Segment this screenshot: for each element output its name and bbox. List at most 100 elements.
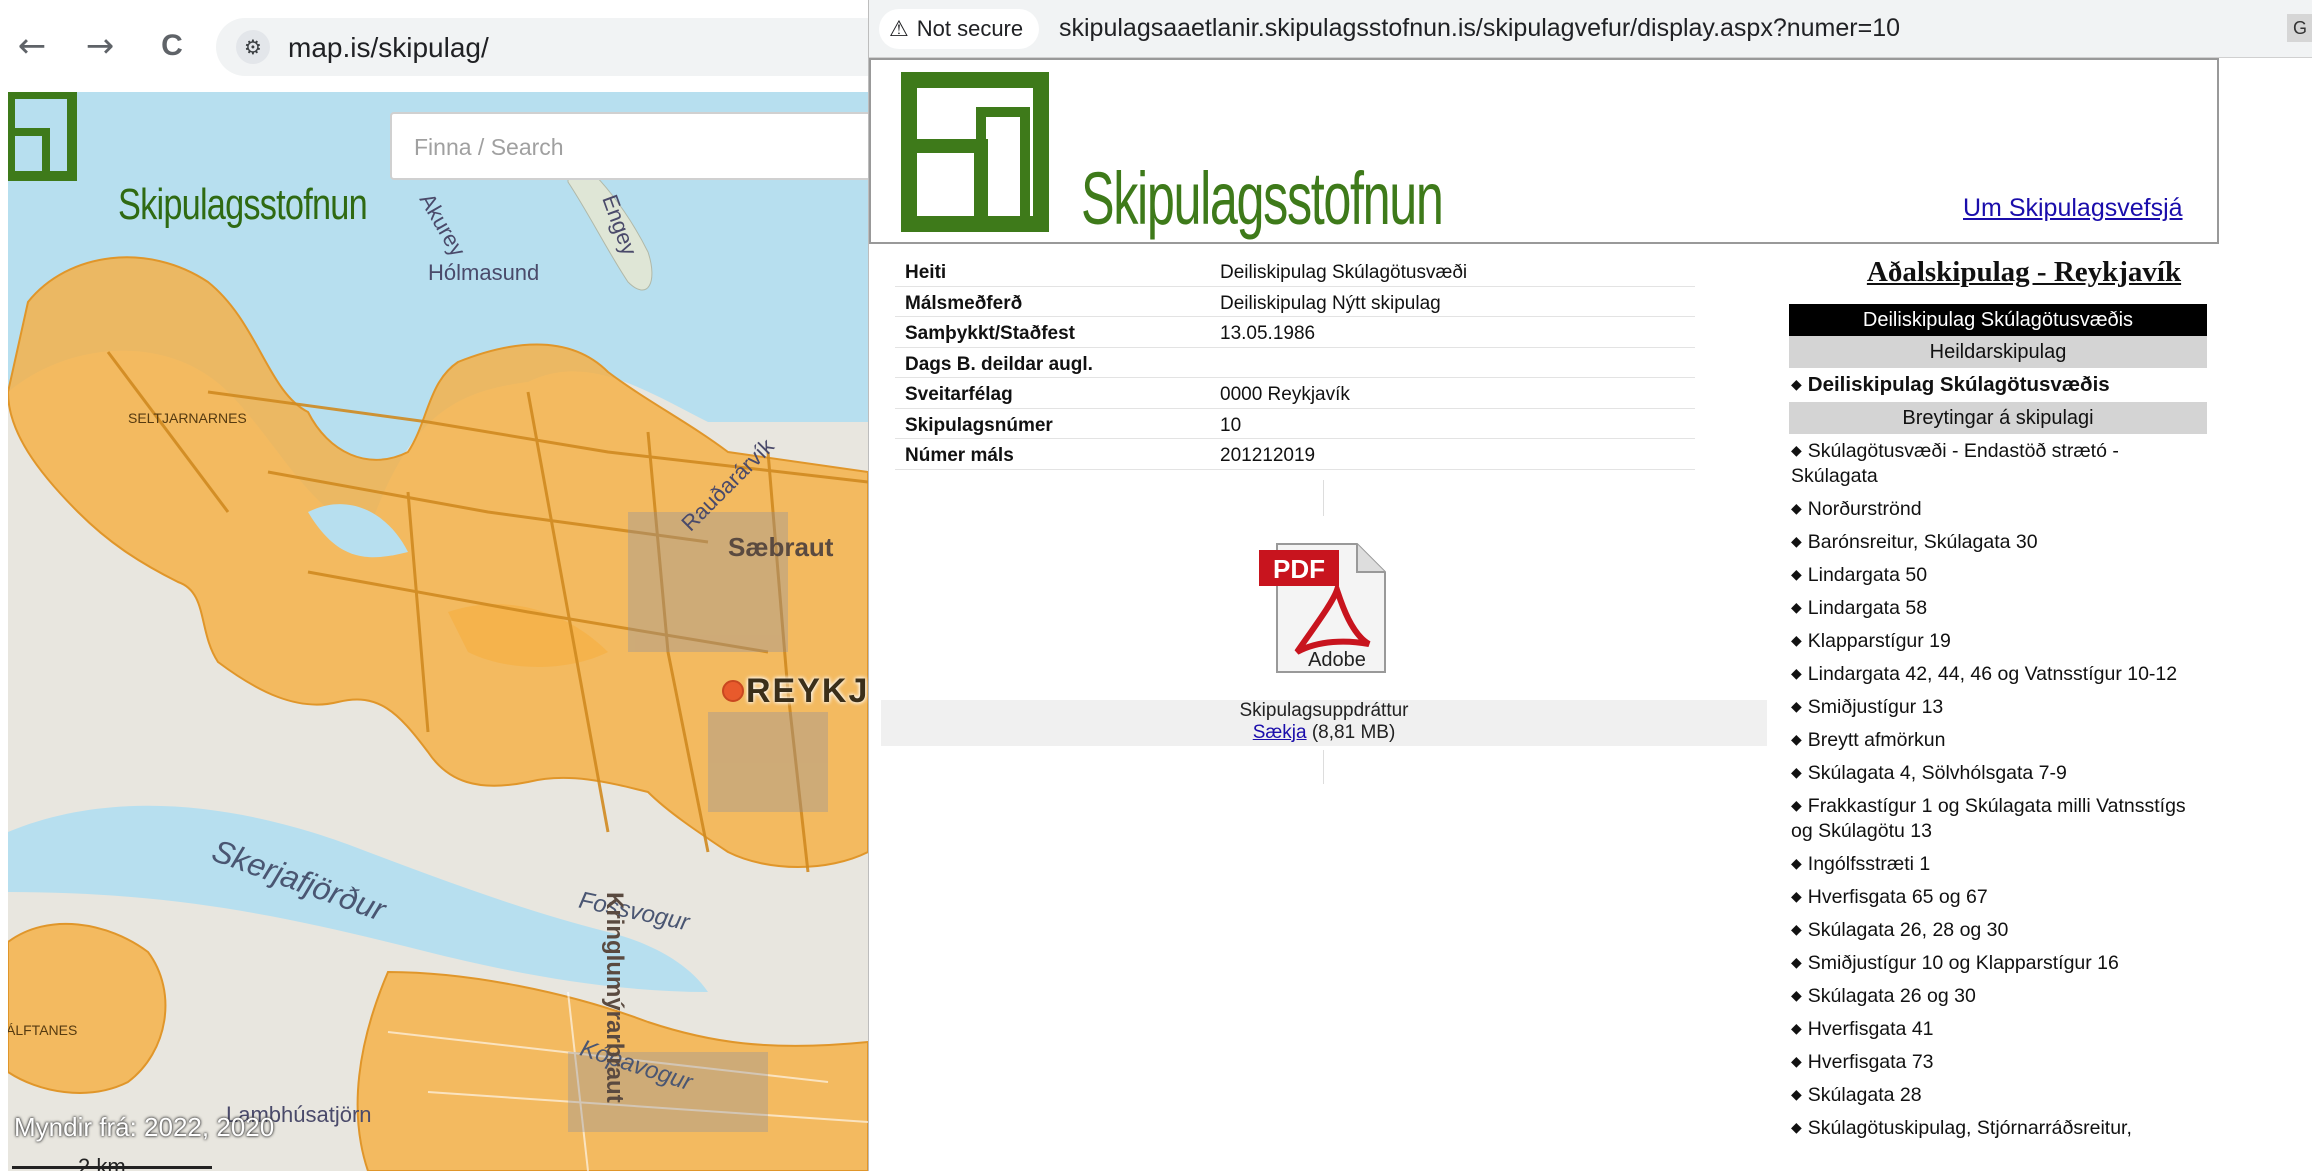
popup-address-bar[interactable]: ⚠ Not secure skipulagsaaetlanir.skipulags… [869, 0, 2312, 58]
section-plan-changes: Breytingar á skipulagi [1789, 402, 2207, 434]
info-row: Dags B. deildar augl. [895, 348, 1695, 378]
plan-change-item[interactable]: ◆ Skúlagata 4, Sölvhólsgata 7-9 [1789, 756, 2189, 789]
plan-change-item[interactable]: ◆ Lindargata 58 [1789, 591, 2189, 624]
info-row: Málsmeðferð Deiliskipulag Nýtt skipulag [895, 287, 1695, 317]
info-row: Skipulagsnúmer 10 [895, 409, 1695, 439]
site-settings-icon[interactable]: ⚙ [236, 30, 270, 64]
extension-icon[interactable]: G [2287, 14, 2312, 42]
map-label-holmasund: Hólmasund [428, 260, 540, 285]
current-plan-title: Deiliskipulag Skúlagötusvæðis [1789, 304, 2207, 336]
info-value: 0000 Reykjavík [1220, 384, 1350, 405]
main-plan-label: Deiliskipulag Skúlagötusvæðis [1807, 373, 2110, 396]
map-search-input[interactable]: Finna / Search [390, 112, 868, 180]
plan-change-label: Lindargata 50 [1807, 564, 1928, 586]
diamond-bullet-icon: ◆ [1791, 1054, 1802, 1070]
map-graphics [8, 151, 868, 1171]
popup-url-text[interactable]: skipulagsaaetlanir.skipulagsstofnun.is/s… [1059, 14, 1900, 43]
map-url-text[interactable]: map.is/skipulag/ [288, 32, 489, 64]
back-arrow-icon[interactable]: ← [8, 22, 56, 70]
diamond-bullet-icon: ◆ [1791, 567, 1802, 583]
plan-change-item[interactable]: ◆ Skúlagötusvæði - Endastöð strætó - Skúl… [1789, 434, 2189, 492]
plan-change-label: Smiðjustígur 10 og Klapparstígur 16 [1807, 952, 2119, 974]
info-label: Númer máls [905, 445, 1014, 466]
about-link[interactable]: Um Skipulagsvefsjá [1963, 194, 2183, 223]
file-size: (8,81 MB) [1311, 722, 1396, 743]
diamond-bullet-icon: ◆ [1791, 699, 1802, 715]
pdf-label: PDF [1273, 554, 1325, 584]
map-search-placeholder: Finna / Search [414, 134, 564, 160]
divider [1323, 480, 1324, 516]
info-value: 13.05.1986 [1220, 323, 1316, 344]
diamond-bullet-icon: ◆ [1791, 1087, 1802, 1103]
download-link[interactable]: Sækja [1253, 722, 1307, 743]
map-scale-label: 2 km [78, 1154, 126, 1171]
info-row: Samþykkt/Staðfest 13.05.1986 [895, 317, 1695, 348]
plan-change-item[interactable]: ◆ Hverfisgata 73 [1789, 1045, 2189, 1078]
master-plan-heading[interactable]: Aðalskipulag - Reykjavík [1839, 256, 2209, 289]
plan-change-item[interactable]: ◆ Smiðjustígur 10 og Klapparstígur 16 [1789, 946, 2189, 979]
plan-change-item[interactable]: ◆ Skúlagata 26 og 30 [1789, 979, 2189, 1012]
plan-change-label: Skúlagata 28 [1807, 1084, 1922, 1106]
main-plan-item[interactable]: ◆ Deiliskipulag Skúlagötusvæðis [1789, 368, 2209, 402]
plan-change-label: Hverfisgata 41 [1807, 1018, 1934, 1040]
plan-change-item[interactable]: ◆ Breytt afmörkun [1789, 723, 2189, 756]
map-browser-window: ← → C ⚙ map.is/skipulag/ Skipulagsstofnu… [0, 0, 868, 1171]
map-logo-text: Skipulagsstofnun [118, 180, 368, 229]
map-label-kringlumyrarbraut: Kringlumýrarbraut [601, 892, 628, 1103]
diamond-bullet-icon: ◆ [1791, 955, 1802, 971]
forward-arrow-icon[interactable]: → [76, 22, 124, 70]
info-value: 201212019 [1220, 445, 1316, 466]
info-value: Deiliskipulag Skúlagötusvæði [1220, 262, 1468, 283]
site-title: Skipulagsstofnun [1081, 157, 1444, 240]
divider [1323, 750, 1324, 784]
diamond-bullet-icon: ◆ [1791, 798, 1802, 814]
file-download-strip: Skipulagsuppdráttur Sækja (8,81 MB) [881, 700, 1767, 746]
plan-change-item[interactable]: ◆ Lindargata 50 [1789, 558, 2189, 591]
diamond-bullet-icon: ◆ [1791, 856, 1802, 872]
plan-change-label: Lindargata 58 [1807, 597, 1928, 619]
plan-change-label: Lindargata 42, 44, 46 og Vatnsstígur 10-… [1807, 663, 2178, 685]
diamond-bullet-icon: ◆ [1791, 922, 1802, 938]
map-label-alftanes: ÁLFTANES [8, 1022, 78, 1038]
map-label-saebraut: Sæbraut [728, 532, 834, 562]
reload-icon[interactable]: C [148, 22, 196, 70]
plan-change-item[interactable]: ◆ Klapparstígur 19 [1789, 624, 2189, 657]
diamond-bullet-icon: ◆ [1791, 889, 1802, 905]
adobe-label: Adobe [1308, 649, 1366, 671]
plan-change-item[interactable]: ◆ Skúlagata 28 [1789, 1078, 2189, 1111]
info-label: Dags B. deildar augl. [905, 353, 1093, 375]
plan-change-label: Ingólfsstræti 1 [1807, 853, 1931, 875]
section-total-plan: Heildarskipulag [1789, 336, 2207, 368]
warning-icon: ⚠ [889, 17, 909, 42]
plan-change-item[interactable]: ◆ Skúlagötuskipulag, Stjórnarráðsreitur, [1789, 1111, 2189, 1144]
not-secure-label: Not secure [916, 16, 1024, 41]
plan-change-item[interactable]: ◆ Smiðjustígur 13 [1789, 690, 2189, 723]
plan-sidebar: Deiliskipulag Skúlagötusvæðis Heildarski… [1789, 304, 2209, 1144]
diamond-bullet-icon: ◆ [1791, 732, 1802, 748]
map-location-marker[interactable] [722, 680, 744, 702]
plan-change-label: Hverfisgata 73 [1807, 1051, 1934, 1073]
diamond-bullet-icon: ◆ [1791, 501, 1802, 517]
map-canvas[interactable]: Skipulagsstofnun Finna / Search Akurey E… [8, 92, 868, 1171]
plan-change-item[interactable]: ◆ Barónsreitur, Skúlagata 30 [1789, 525, 2189, 558]
plan-change-item[interactable]: ◆ Norðurströnd [1789, 492, 2189, 525]
plan-change-label: Frakkastígur 1 og Skúlagata milli Vatnss… [1791, 795, 2186, 842]
plan-change-item[interactable]: ◆ Skúlagata 26, 28 og 30 [1789, 913, 2189, 946]
plan-change-label: Barónsreitur, Skúlagata 30 [1807, 531, 2038, 553]
file-download-row: Sækja (8,81 MB) [881, 722, 1767, 744]
plan-change-label: Skúlagötusvæði - Endastöð strætó - Skúla… [1791, 440, 2119, 487]
plan-change-item[interactable]: ◆ Hverfisgata 41 [1789, 1012, 2189, 1045]
map-image-credit: Myndir frá: 2022, 2020 [14, 1112, 275, 1142]
file-name: Skipulagsuppdráttur [1239, 700, 1409, 721]
not-secure-badge[interactable]: ⚠ Not secure [879, 9, 1040, 49]
plan-change-item[interactable]: ◆ Hverfisgata 65 og 67 [1789, 880, 2189, 913]
plan-changes-list: ◆ Skúlagötusvæði - Endastöð strætó - Skúl… [1789, 434, 2209, 1144]
pdf-file-icon[interactable]: PDF Adobe [1257, 536, 1389, 676]
diamond-bullet-icon: ◆ [1791, 765, 1802, 781]
page-header: Skipulagsstofnun Um Skipulagsvefsjá [869, 58, 2219, 244]
diamond-bullet-icon: ◆ [1791, 1120, 1802, 1136]
plan-change-item[interactable]: ◆ Ingólfsstræti 1 [1789, 847, 2189, 880]
plan-change-label: Norðurströnd [1807, 498, 1922, 520]
plan-change-item[interactable]: ◆ Lindargata 42, 44, 46 og Vatnsstígur 10… [1789, 657, 2189, 690]
plan-change-item[interactable]: ◆ Frakkastígur 1 og Skúlagata milli Vatns… [1789, 789, 2189, 847]
